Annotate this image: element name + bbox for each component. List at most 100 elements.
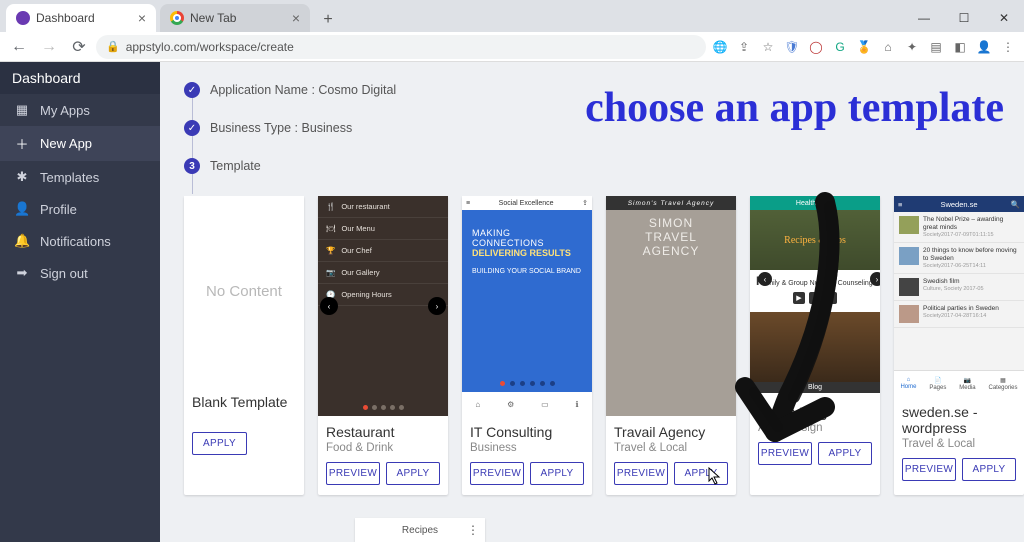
share-icon: ⇪	[582, 199, 588, 207]
template-title: Heath Blog	[750, 396, 880, 420]
no-content-label: No Content	[206, 283, 282, 300]
browser-tab-inactive[interactable]: New Tab ×	[160, 4, 310, 32]
template-card-sweden: ≡Sweden.se🔍 The Nobel Prize – awarding g…	[894, 196, 1024, 495]
apply-button[interactable]: APPLY	[962, 458, 1016, 481]
side-panel-icon[interactable]: ◧	[950, 37, 970, 57]
media-icon: 📷	[964, 377, 971, 384]
dish-icon: 🍽	[326, 224, 336, 233]
preview-mock: 🍴Our restaurant 🍽Our Menu 🏆Our Chef 📷Our…	[318, 196, 448, 416]
apply-button[interactable]: APPLY	[530, 462, 584, 485]
chevron-left-icon: ‹	[320, 297, 338, 315]
search-icon: 🔍	[1011, 200, 1020, 209]
preview-button[interactable]: PREVIEW	[326, 462, 380, 485]
puzzle-icon[interactable]: ✦	[902, 37, 922, 57]
template-title: Travail Agency	[606, 416, 736, 440]
trophy-icon: 🏆	[326, 246, 335, 255]
lock-icon: 🔒	[106, 40, 120, 53]
sidebar-item-label: Profile	[40, 202, 77, 217]
minimize-button[interactable]: —	[904, 4, 944, 32]
sidebar-item-label: My Apps	[40, 103, 90, 118]
chevron-right-icon: ›	[428, 297, 446, 315]
close-tab-icon[interactable]: ×	[292, 10, 300, 26]
forward-button[interactable]: →	[36, 34, 62, 60]
sidebar-item-new-app[interactable]: ＋ New App	[0, 126, 160, 161]
services-tab-icon: ⚙	[507, 400, 514, 409]
step-label: Template	[210, 159, 261, 173]
sidebar-item-my-apps[interactable]: ▦ My Apps	[0, 94, 160, 126]
url-text: appstylo.com/workspace/create	[126, 40, 294, 54]
menu-icon[interactable]: ⋮	[998, 37, 1018, 57]
extension-row: 🌐 ⇪ ☆ 🛡 ◯ G 🏅 ⌂ ✦ ▤ ◧ 👤 ⋮	[710, 37, 1018, 57]
step-label: Business Type : Business	[210, 121, 352, 135]
sidebar-item-templates[interactable]: ✱ Templates	[0, 161, 160, 193]
template-title: Blank Template	[184, 386, 304, 410]
shield-icon[interactable]: 🛡	[782, 37, 802, 57]
apply-button[interactable]: APPLY	[192, 432, 247, 455]
step-template[interactable]: 3 Template	[184, 158, 1000, 174]
origin-icon[interactable]: ◯	[806, 37, 826, 57]
camera-icon: 📷	[326, 268, 335, 277]
url-field[interactable]: 🔒 appstylo.com/workspace/create	[96, 35, 706, 59]
close-tab-icon[interactable]: ×	[138, 10, 146, 26]
sidebar-item-label: Templates	[40, 170, 99, 185]
profile-avatar[interactable]: 👤	[974, 37, 994, 57]
preview-button[interactable]: PREVIEW	[902, 458, 956, 481]
preview-mock: Health Food Recipes & Tips ‹› Family & G…	[750, 196, 880, 396]
new-tab-button[interactable]: +	[316, 8, 340, 32]
check-icon	[184, 82, 200, 98]
template-title: Restaurant	[318, 416, 448, 440]
menu-icon: ≡	[898, 200, 902, 209]
sidebar-item-label: Sign out	[40, 266, 88, 281]
home-icon: ⌂	[907, 377, 911, 383]
twitter-icon: t	[825, 292, 837, 304]
grid-icon: ▦	[14, 102, 30, 118]
preview-mock: ≡Sweden.se🔍 The Nobel Prize – awarding g…	[894, 196, 1024, 396]
reload-button[interactable]: ⟳	[66, 34, 92, 60]
template-title: Recipes	[402, 525, 438, 536]
sidebar-item-profile[interactable]: 👤 Profile	[0, 193, 160, 225]
maximize-button[interactable]: ☐	[944, 4, 984, 32]
template-category: Art & Design	[750, 420, 880, 442]
gtranslate-icon[interactable]: 🌐	[710, 37, 730, 57]
template-preview: Simon's Travel Agency SIMON TRAVEL AGENC…	[606, 196, 736, 416]
address-bar: ← → ⟳ 🔒 appstylo.com/workspace/create 🌐 …	[0, 32, 1024, 62]
apply-button[interactable]: APPLY	[386, 462, 440, 485]
menu-icon: ≡	[466, 200, 470, 207]
tab-title: Dashboard	[36, 11, 95, 25]
sidebar-item-notifications[interactable]: 🔔 Notifications	[0, 225, 160, 257]
medal-icon[interactable]: 🏅	[854, 37, 874, 57]
bell-icon: 🔔	[14, 233, 30, 249]
browser-tab-active[interactable]: Dashboard ×	[6, 4, 156, 32]
template-card-it-consulting: ≡Social Excellence⇪ MAKING CONNECTIONS D…	[462, 196, 592, 495]
work-tab-icon: ▭	[541, 400, 549, 409]
preview-button[interactable]: PREVIEW	[614, 462, 668, 485]
template-card-restaurant: 🍴Our restaurant 🍽Our Menu 🏆Our Chef 📷Our…	[318, 196, 448, 495]
template-preview: No Content	[184, 196, 304, 386]
back-button[interactable]: ←	[6, 34, 32, 60]
home-icon[interactable]: ⌂	[878, 37, 898, 57]
star-icon[interactable]: ☆	[758, 37, 778, 57]
sidebar-item-signout[interactable]: ➡ Sign out	[0, 257, 160, 289]
template-category: Travel & Local	[606, 440, 736, 462]
kebab-menu-icon[interactable]: ⋮	[467, 523, 479, 537]
preview-mock: Simon's Travel Agency SIMON TRAVEL AGENC…	[606, 196, 736, 416]
user-icon: 👤	[14, 201, 30, 217]
preview-button[interactable]: PREVIEW	[758, 442, 812, 465]
grammarly-icon[interactable]: G	[830, 37, 850, 57]
reading-list-icon[interactable]: ▤	[926, 37, 946, 57]
template-category: Business	[462, 440, 592, 462]
signout-icon: ➡	[14, 265, 30, 281]
favicon-newtab	[170, 11, 184, 25]
template-preview: ≡Social Excellence⇪ MAKING CONNECTIONS D…	[462, 196, 592, 416]
apply-button[interactable]: APPLY	[818, 442, 872, 465]
template-card-peek: Recipes ⋮	[355, 518, 485, 542]
share-icon[interactable]: ⇪	[734, 37, 754, 57]
template-category	[184, 410, 304, 432]
preview-button[interactable]: PREVIEW	[470, 462, 524, 485]
youtube-icon: ▶	[793, 292, 805, 304]
close-window-button[interactable]: ✕	[984, 4, 1024, 32]
fork-icon: 🍴	[326, 202, 335, 211]
tab-title: New Tab	[190, 11, 236, 25]
template-title: sweden.se - wordpress	[894, 396, 1024, 436]
sidebar: Dashboard ▦ My Apps ＋ New App ✱ Template…	[0, 62, 160, 542]
